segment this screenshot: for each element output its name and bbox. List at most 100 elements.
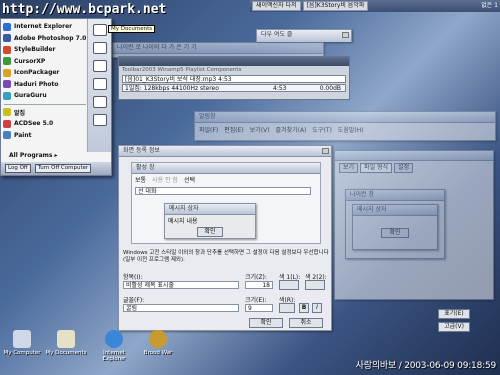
media-player-titlebar[interactable] xyxy=(119,57,349,66)
help-icon[interactable] xyxy=(92,114,107,126)
preview-msgbox-body: 메시지 내용 xyxy=(168,218,198,225)
tab-file-types[interactable]: 파일 형식 xyxy=(360,163,393,173)
menu-help[interactable]: 도움말(H) xyxy=(338,125,364,134)
color2-button[interactable] xyxy=(305,280,325,290)
printer-icon[interactable] xyxy=(92,96,107,108)
tab-strip: 보기 파일 형식 설정 xyxy=(335,161,493,175)
font-size-select[interactable]: 9 xyxy=(245,304,273,312)
close-icon[interactable] xyxy=(322,148,329,154)
tabs-msgbox[interactable]: 메시지 상자 확인 xyxy=(352,204,438,250)
photoshop-icon xyxy=(3,34,11,43)
acdsee-icon xyxy=(3,119,11,128)
computer-icon xyxy=(13,330,31,348)
close-icon[interactable] xyxy=(342,32,349,38)
menu-tools[interactable]: 도구(T) xyxy=(312,125,331,134)
clock-text: 사랑의바보 / 2003-06-09 09:18:59 xyxy=(355,361,497,371)
start-item-haduri[interactable]: Haduri Photo xyxy=(1,79,89,91)
menu-view[interactable]: 보기(V) xyxy=(250,125,270,134)
tab-view[interactable]: 보기 xyxy=(339,163,359,173)
desktop-icon-internet-explorer[interactable]: Internet Explorer xyxy=(92,330,136,362)
tabs-ok-button[interactable]: 확인 xyxy=(381,228,409,238)
paint-icon xyxy=(3,131,11,140)
log-off-button[interactable]: Log Off xyxy=(5,164,31,173)
pictures-icon[interactable] xyxy=(92,42,107,54)
media-player-time: 4:53 xyxy=(273,85,287,92)
media-player-track[interactable]: [음]01_K3Story비 보석 대장.mp3 4:53 xyxy=(122,75,346,83)
stylebuilder-icon xyxy=(3,45,11,54)
taskbar-button-2[interactable]: [음]K3Story비 음악파 xyxy=(302,1,369,11)
desktop-icon-brood-war[interactable]: Brood War xyxy=(136,330,180,356)
preview-selected: 선택 xyxy=(183,177,195,184)
font-label: 글꼴(F): xyxy=(123,297,145,304)
start-item-guraguru[interactable]: GuraGuru xyxy=(1,90,89,102)
control-panel-icon[interactable] xyxy=(92,78,107,90)
size-label: 크기(Z): xyxy=(245,274,267,281)
font-color-button[interactable] xyxy=(279,303,295,313)
all-programs[interactable]: All Programs ▸ xyxy=(9,152,58,159)
tabs-inner-window[interactable]: 나이런 창 메시지 상자 확인 xyxy=(345,189,445,259)
start-item-stylebuilder[interactable]: StyleBuilder xyxy=(1,44,89,56)
appearance-button[interactable]: 표기(E) xyxy=(438,309,470,319)
right-window[interactable]: 알림창 파일(F) 편집(E) 보기(V) 즐겨찾기(A) 도구(T) 도움말(… xyxy=(194,111,496,141)
ie-icon xyxy=(105,330,123,348)
media-player-menu[interactable]: Toolbar2003 Winamp5 Playlist Components xyxy=(119,66,349,74)
taskbar-tray-text: 없은 1 xyxy=(481,2,498,9)
documents-icon[interactable] xyxy=(92,24,107,36)
preview-window-text: 선 대화 xyxy=(135,187,311,195)
tabs-inner-title: 나이런 창 xyxy=(346,190,444,201)
start-item-acdsee[interactable]: ACDSee 5.0 xyxy=(1,118,89,130)
desktop-icon-my-documents[interactable]: My Documents xyxy=(44,330,88,356)
start-item-photoshop[interactable]: Adobe Photoshop 7.0 xyxy=(1,33,89,45)
taskbar-button-1[interactable]: 새이맥신자 다저 xyxy=(252,1,301,11)
cancel-button[interactable]: 취소 xyxy=(289,318,323,328)
menu-edit[interactable]: 편집(E) xyxy=(224,125,244,134)
preview-ok-button: 확인 xyxy=(197,227,223,237)
preview-msgbox-title: 메시지 상자 xyxy=(165,204,255,215)
watermark-text: http://www.bcpark.net xyxy=(2,2,167,17)
preview-normal: 보통 xyxy=(135,177,147,184)
tab-settings[interactable]: 설정 xyxy=(394,163,414,173)
top-dialog[interactable]: 다우 여도 즐 xyxy=(256,29,352,42)
media-player-window[interactable]: Toolbar2003 Winamp5 Playlist Components … xyxy=(118,56,350,100)
preview-disabled: 사용 안 함 xyxy=(152,177,178,184)
font-select[interactable]: 굴림 xyxy=(123,304,239,312)
alzip-icon xyxy=(3,108,11,117)
right-window-menu: 파일(F) 편집(E) 보기(V) 즐겨찾기(A) 도구(T) 도움말(H) xyxy=(195,123,495,136)
menu-file[interactable]: 파일(F) xyxy=(199,125,218,134)
start-menu-footer: Log Off Turn Off Computer xyxy=(1,162,111,175)
preview-area: 활성 창 보통 사용 안 함 선택 선 대화 메시지 상자 메시지 내용 확인 xyxy=(131,162,321,244)
ie-icon xyxy=(3,22,11,31)
background-window-title: 나이런 로 나이의 다 가 은 기 기 xyxy=(113,43,323,54)
start-item-alzip[interactable]: 알집 xyxy=(1,107,89,119)
size-field[interactable]: 18 xyxy=(245,281,273,289)
preview-msgbox: 메시지 상자 메시지 내용 확인 xyxy=(164,203,256,239)
turn-off-button[interactable]: Turn Off Computer xyxy=(34,164,92,173)
color1-button[interactable] xyxy=(279,280,299,290)
dialog-description: Windows 고전 스타일 이외의 창과 단추를 선택하면 그 설정이 다음 … xyxy=(123,250,329,263)
tabs-msgbox-title: 메시지 상자 xyxy=(353,205,437,216)
start-menu-programs: Internet Explorer Adobe Photoshop 7.0 St… xyxy=(1,21,89,141)
item-select[interactable]: 비활성 제목 표시줄 xyxy=(123,281,239,289)
ok-button[interactable]: 확인 xyxy=(249,318,283,328)
right-window-title: 알림창 xyxy=(195,112,495,123)
folder-icon xyxy=(57,330,75,348)
start-menu[interactable]: Internet Explorer Adobe Photoshop 7.0 St… xyxy=(0,18,112,176)
start-item-ie[interactable]: Internet Explorer xyxy=(1,21,89,33)
advanced-button[interactable]: 고급(V) xyxy=(438,322,470,332)
display-properties-dialog[interactable]: 화면 등록 정보 활성 창 보통 사용 안 함 선택 선 대화 메시지 상자 메… xyxy=(118,145,332,331)
italic-button[interactable]: I xyxy=(312,303,322,313)
start-item-iconpackager[interactable]: IconPackager xyxy=(1,67,89,79)
starcraft-icon xyxy=(149,330,167,348)
font-size-label: 크기(E): xyxy=(245,297,267,304)
desktop-icon-my-computer[interactable]: My Computer xyxy=(0,330,44,356)
bold-button[interactable]: B xyxy=(299,303,309,313)
iconpackager-icon xyxy=(3,68,11,77)
item-label: 항목(I): xyxy=(123,274,143,281)
menu-favorites[interactable]: 즐겨찾기(A) xyxy=(276,125,307,134)
display-dialog-title: 화면 등록 정보 xyxy=(119,146,331,157)
start-item-cursorxp[interactable]: CursorXP xyxy=(1,56,89,68)
start-item-paint[interactable]: Paint xyxy=(1,130,89,142)
preview-active-title: 활성 창 xyxy=(132,163,320,174)
tabs-window[interactable]: 보기 파일 형식 설정 나이런 창 메시지 상자 확인 xyxy=(334,150,494,300)
computer-icon[interactable] xyxy=(92,60,107,72)
